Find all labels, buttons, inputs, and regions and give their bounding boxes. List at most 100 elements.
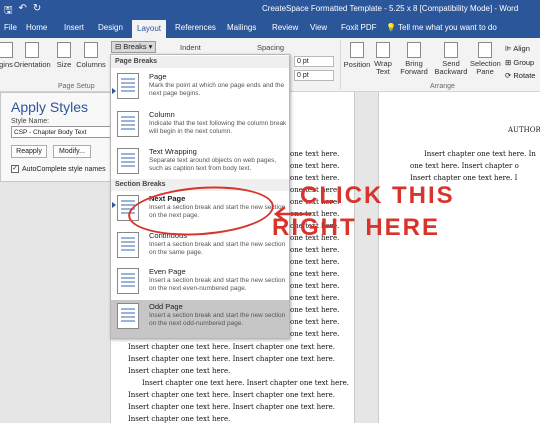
- divider: [340, 40, 341, 90]
- align-button[interactable]: ⊫ Align: [505, 44, 530, 53]
- menu-item-odd-page[interactable]: Odd Page Insert a section break and star…: [111, 300, 289, 338]
- style-name-input[interactable]: CSP - Chapter Body Text: [11, 126, 115, 138]
- tab-references[interactable]: References: [175, 23, 216, 32]
- menu-item-description: Separate text around objects on web page…: [149, 157, 277, 172]
- bring-forward-label: Bring Forward: [400, 59, 428, 76]
- annotation-line-1: CLICK THIS: [300, 182, 455, 209]
- column-break-icon: [117, 111, 139, 137]
- style-name-label: Style Name:: [11, 118, 50, 125]
- wrap-text-button[interactable]: Wrap Text: [372, 42, 394, 76]
- checkbox-icon: ✓: [11, 165, 19, 173]
- spacing-before-input[interactable]: 0 pt: [294, 56, 334, 67]
- bring-forward-button[interactable]: Bring Forward: [398, 42, 430, 76]
- columns-label: Columns: [76, 60, 106, 69]
- orientation-icon: [25, 42, 39, 58]
- columns-icon: [84, 42, 98, 58]
- tab-design[interactable]: Design: [98, 23, 123, 32]
- autocomplete-checkbox[interactable]: ✓ AutoComplete style names: [11, 165, 106, 173]
- apply-styles-heading: Apply Styles: [11, 99, 89, 115]
- breaks-icon: ⊟: [115, 42, 122, 51]
- even-page-icon: [117, 268, 139, 294]
- spacing-after-input[interactable]: 0 pt: [294, 70, 334, 81]
- modify-button[interactable]: Modify...: [53, 145, 91, 158]
- menu-item-column[interactable]: Column Indicate that the text following …: [111, 108, 289, 144]
- tell-me-search[interactable]: 💡 Tell me what you want to do: [386, 23, 497, 32]
- menu-item-title: Page: [149, 72, 167, 81]
- ribbon-tabs: File Home Insert Design Layout Reference…: [0, 20, 540, 38]
- window-title: CreateSpace Formatted Template - 5.25 x …: [262, 4, 519, 13]
- doc-line: Insert chapter one text here. Insert cha…: [142, 379, 350, 387]
- wrap-text-label: Wrap Text: [374, 59, 392, 76]
- send-backward-icon: [444, 42, 458, 58]
- send-backward-label: Send Backward: [434, 59, 468, 76]
- menu-item-text-wrapping[interactable]: Text Wrapping Separate text around objec…: [111, 145, 289, 181]
- doc-line: Insert chapter one text here. Insert cha…: [128, 391, 336, 399]
- tell-me-text: Tell me what you want to do: [398, 23, 497, 32]
- menu-item-title: Text Wrapping: [149, 147, 197, 156]
- pointer-icon: [112, 88, 116, 94]
- doc-line: Insert chapter one text here. I: [410, 174, 518, 182]
- quick-access-toolbar: 🖫 ↶ ↻: [4, 3, 41, 20]
- menu-item-title: Column: [149, 110, 175, 119]
- orientation-button[interactable]: Orientation: [14, 42, 51, 69]
- doc-line: Insert chapter one text here. In: [424, 150, 536, 158]
- rotate-button[interactable]: ⟳ Rotate: [505, 71, 535, 80]
- doc-line: Insert chapter one text here. Insert cha…: [128, 343, 336, 351]
- menu-item-description: Insert a section break and start the new…: [149, 241, 286, 256]
- position-button[interactable]: Position: [343, 42, 371, 69]
- size-button[interactable]: Size: [54, 42, 74, 69]
- doc-line: one text here.: [290, 150, 340, 158]
- page-right[interactable]: [378, 92, 540, 423]
- reapply-button[interactable]: Reapply: [11, 145, 47, 158]
- menu-item-description: Mark the point at which one page ends an…: [149, 82, 285, 97]
- doc-line: Insert chapter one text here. Insert cha…: [128, 355, 336, 363]
- page-breaks-header: Page Breaks: [111, 56, 289, 68]
- redo-icon[interactable]: ↻: [33, 3, 41, 20]
- title-bar: 🖫 ↶ ↻ CreateSpace Formatted Template - 5…: [0, 0, 540, 20]
- tab-mailings[interactable]: Mailings: [227, 23, 256, 32]
- tab-layout[interactable]: Layout: [132, 20, 167, 38]
- menu-item-description: Insert a section break and start the new…: [149, 312, 286, 327]
- odd-page-icon: [117, 303, 139, 329]
- size-icon: [57, 42, 71, 58]
- position-label: Position: [343, 60, 371, 69]
- running-header: AUTHOR I: [508, 126, 540, 134]
- indent-label: Indent: [180, 43, 201, 52]
- undo-icon[interactable]: ↶: [19, 3, 27, 20]
- position-icon: [350, 42, 364, 58]
- tab-home[interactable]: Home: [26, 23, 47, 32]
- size-label: Size: [56, 60, 72, 69]
- doc-line: one text here.: [290, 318, 340, 326]
- page-break-icon: [117, 73, 139, 99]
- margins-label: gins: [0, 60, 13, 69]
- save-icon[interactable]: 🖫: [4, 3, 13, 20]
- breaks-button[interactable]: ⊟ Breaks ▾: [111, 41, 157, 53]
- align-label: Align: [513, 44, 530, 53]
- menu-item-page[interactable]: Page Mark the point at which one page en…: [111, 70, 289, 106]
- rotate-label: Rotate: [513, 71, 536, 80]
- tab-view[interactable]: View: [310, 23, 327, 32]
- send-backward-button[interactable]: Send Backward: [434, 42, 468, 76]
- doc-line: one text here.: [290, 258, 340, 266]
- apply-styles-panel: Apply Styles Style Name: CSP - Chapter B…: [0, 92, 120, 182]
- tab-foxit-pdf[interactable]: Foxit PDF: [341, 23, 377, 32]
- continuous-icon: [117, 232, 139, 258]
- tab-review[interactable]: Review: [272, 23, 298, 32]
- menu-item-even-page[interactable]: Even Page Insert a section break and sta…: [111, 265, 289, 301]
- columns-button[interactable]: Columns: [76, 42, 106, 69]
- doc-line: one text here.: [290, 330, 340, 338]
- doc-line: one text here.: [290, 306, 340, 314]
- doc-line: one text here.: [290, 162, 340, 170]
- doc-line: one text here. Insert chapter o: [410, 162, 519, 170]
- chevron-down-icon: ▾: [148, 42, 153, 51]
- selection-pane-button[interactable]: Selection Pane: [470, 42, 501, 76]
- doc-line: one text here.: [290, 246, 340, 254]
- tab-file[interactable]: File: [4, 23, 17, 32]
- doc-line: Insert chapter one text here.: [128, 367, 231, 375]
- page-setup-group-label: Page Setup: [58, 83, 95, 90]
- menu-item-description: Insert a section break and start the new…: [149, 277, 286, 292]
- group-button[interactable]: ⊞ Group: [505, 58, 534, 67]
- tab-insert[interactable]: Insert: [64, 23, 84, 32]
- selection-pane-label: Selection Pane: [470, 59, 501, 76]
- breaks-label: Breaks: [123, 42, 147, 51]
